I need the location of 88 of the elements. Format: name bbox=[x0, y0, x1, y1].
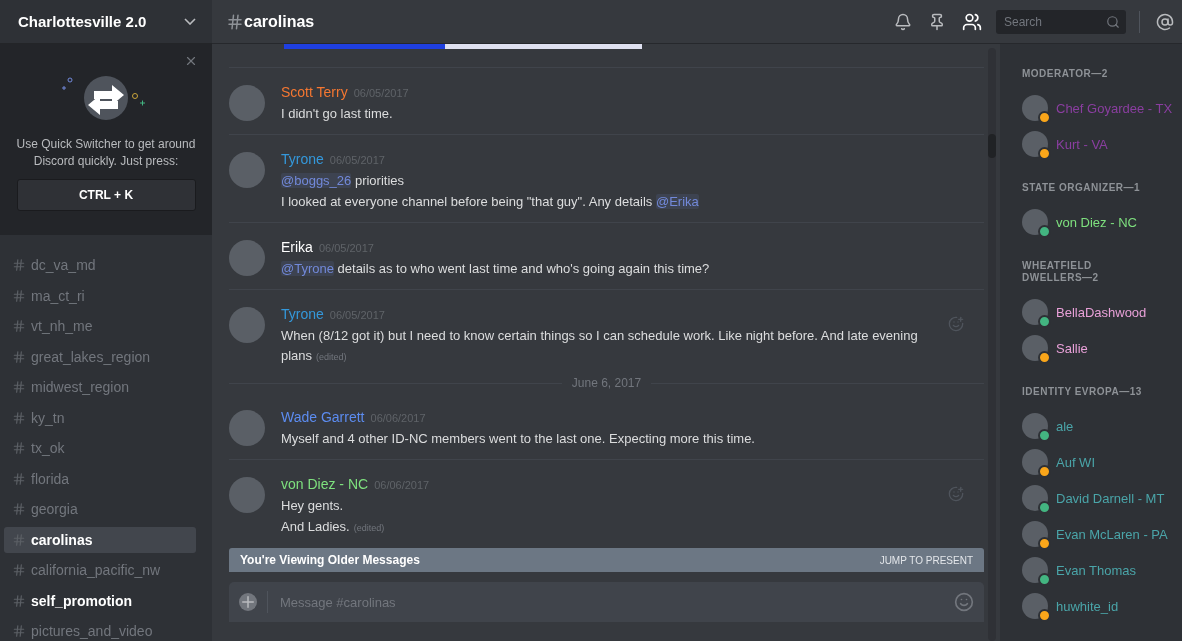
member-avatar[interactable] bbox=[1022, 131, 1048, 157]
chevron-down-icon bbox=[184, 18, 196, 25]
date-divider-text: June 6, 2017 bbox=[571, 376, 642, 390]
channel-item[interactable]: ky_tn bbox=[4, 404, 196, 431]
channel-item[interactable]: midwest_region bbox=[4, 374, 196, 400]
message-text: I looked at everyone channel before being "that guy". Any details @Erika bbox=[281, 193, 699, 211]
channel-item[interactable]: great_lakes_region bbox=[4, 343, 196, 370]
hash-icon bbox=[226, 12, 244, 31]
channel-item[interactable]: vt_nh_me bbox=[4, 313, 196, 339]
member-name[interactable]: Sallie bbox=[1056, 340, 1088, 356]
mention-link[interactable]: @boggs_26 bbox=[281, 173, 352, 188]
author-name[interactable]: Tyrone bbox=[281, 151, 324, 167]
channel-item[interactable]: self_promotion bbox=[4, 587, 196, 614]
mention-link[interactable]: @Tyrone bbox=[281, 261, 334, 276]
channel-item[interactable]: carolinas bbox=[4, 526, 196, 553]
hash-icon bbox=[12, 288, 26, 303]
member-avatar[interactable] bbox=[1022, 299, 1048, 325]
mention-link[interactable]: @Erika bbox=[655, 194, 699, 209]
hash-icon bbox=[12, 441, 26, 455]
search-field[interactable]: Search bbox=[996, 9, 1126, 34]
message-text: I didn't go last time. bbox=[281, 105, 394, 123]
message-text: Hey gents. bbox=[281, 497, 345, 515]
member-name[interactable]: Kurt - VA bbox=[1056, 136, 1108, 152]
member-name[interactable]: Auf WI bbox=[1056, 454, 1095, 470]
at-sign-icon[interactable] bbox=[1156, 12, 1174, 31]
author-name[interactable]: Erika bbox=[281, 239, 313, 255]
shortcut-button[interactable]: CTRL + K bbox=[16, 179, 196, 211]
hash-icon bbox=[12, 410, 26, 425]
member-avatar[interactable] bbox=[1022, 335, 1048, 361]
message-text: @boggs_26 priorities bbox=[281, 172, 406, 190]
members-icon[interactable] bbox=[962, 11, 982, 32]
channel-item[interactable]: georgia bbox=[4, 496, 196, 522]
member-name[interactable]: BellaDashwood bbox=[1056, 304, 1147, 320]
channel-title: carolinas bbox=[244, 12, 315, 31]
search-icon bbox=[1106, 14, 1120, 29]
channel-item[interactable]: florida bbox=[4, 465, 196, 492]
member-avatar[interactable] bbox=[1022, 557, 1048, 583]
member-name[interactable]: von Diez - NC bbox=[1056, 214, 1137, 230]
add-icon[interactable] bbox=[239, 593, 257, 611]
search-input[interactable]: Search bbox=[1002, 13, 1096, 30]
member-avatar[interactable] bbox=[1022, 449, 1048, 475]
role-heading: STATE ORGANIZER—1 bbox=[1022, 182, 1142, 194]
hash-icon bbox=[12, 258, 26, 272]
member-name[interactable]: David Darnell - MT bbox=[1056, 490, 1165, 506]
member-avatar[interactable] bbox=[1022, 209, 1048, 235]
author-name[interactable]: Wade Garrett bbox=[281, 409, 365, 425]
hash-icon bbox=[12, 471, 26, 486]
member-name[interactable]: huwhite_id bbox=[1056, 598, 1119, 614]
hash-icon bbox=[12, 563, 26, 577]
role-heading: MODERATOR—2 bbox=[1022, 68, 1109, 80]
hash-icon bbox=[12, 502, 26, 516]
message-text: @Tyrone details as to who went last time and who's going again this time? bbox=[281, 260, 710, 278]
channel-item[interactable]: ma_ct_ri bbox=[4, 282, 196, 309]
author-name[interactable]: Tyrone bbox=[281, 306, 324, 322]
author-name[interactable]: von Diez - NC bbox=[281, 476, 369, 492]
channel-item[interactable]: tx_ok bbox=[4, 435, 196, 461]
role-heading: WHEATFIELD DWELLERS—2 bbox=[1022, 260, 1100, 284]
edited-label: (edited) bbox=[316, 352, 347, 362]
member-name[interactable]: ale bbox=[1056, 418, 1074, 434]
channel-item[interactable]: california_pacific_nw bbox=[4, 557, 196, 583]
member-name[interactable]: Evan McLaren - PA bbox=[1056, 526, 1168, 542]
member-avatar[interactable] bbox=[1022, 593, 1048, 619]
member-name[interactable]: Chef Goyardee - TX bbox=[1056, 100, 1173, 116]
hash-icon bbox=[12, 532, 26, 547]
member-avatar[interactable] bbox=[1022, 95, 1048, 121]
channel-item[interactable]: dc_va_md bbox=[4, 252, 196, 278]
hash-icon bbox=[12, 380, 26, 394]
hash-icon bbox=[12, 624, 26, 638]
member-avatar[interactable] bbox=[1022, 521, 1048, 547]
bell-icon[interactable] bbox=[894, 12, 912, 31]
author-name[interactable]: Scott Terry bbox=[281, 84, 348, 100]
server-name: Charlottesville 2.0 bbox=[18, 13, 147, 30]
member-name[interactable]: Evan Thomas bbox=[1056, 562, 1136, 578]
close-button[interactable] bbox=[184, 54, 198, 68]
message-text: Myself and 4 other ID-NC members went to the last one. Expecting more this time. bbox=[281, 430, 755, 448]
hash-icon bbox=[12, 593, 26, 608]
channel-item[interactable]: pictures_and_video bbox=[4, 618, 196, 641]
member-avatar[interactable] bbox=[1022, 413, 1048, 439]
quick-switcher-text: Use Quick Switcher to get around Discord quickly. Just press: bbox=[15, 136, 197, 170]
hash-icon bbox=[12, 349, 26, 364]
message-text: When (8/12 got it) but I need to know certain things so I can schedule work. Like night before. And late evening plans (edited) bbox=[281, 327, 919, 365]
role-heading: IDENTITY EVROPA—13 bbox=[1022, 386, 1142, 398]
hash-icon bbox=[12, 319, 26, 333]
jump-to-present-link[interactable]: JUMP TO PRESENT bbox=[879, 554, 973, 566]
older-messages-text: You're Viewing Older Messages bbox=[240, 553, 420, 567]
member-avatar[interactable] bbox=[1022, 485, 1048, 511]
pin-icon[interactable] bbox=[928, 12, 946, 31]
scrollbar[interactable] bbox=[988, 48, 996, 641]
